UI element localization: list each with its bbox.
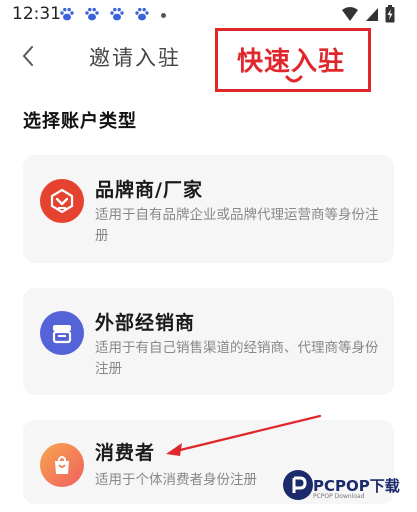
wifi-icon [342, 7, 358, 21]
tab-quick-settle-label: 快速入驻 [237, 47, 346, 77]
card-description: 适用于有自己销售渠道的经销商、代理商等身份注册 [95, 340, 379, 377]
pcpop-logo-icon [283, 470, 313, 500]
account-type-distributor-card[interactable]: 外部经销商 适用于有自己销售渠道的经销商、代理商等身份注册 [23, 288, 394, 395]
watermark: PCPOP下载 PCPOP Download [280, 466, 417, 512]
tab-invite[interactable]: 邀请入驻 [89, 42, 181, 72]
paw-icon [60, 7, 74, 21]
brand-badge-icon [40, 179, 84, 223]
card-description: 适用于自有品牌企业或品牌代理运营商等身份注册 [95, 207, 379, 244]
shopping-bag-icon [40, 443, 84, 487]
chevron-left-icon [23, 46, 33, 66]
card-title: 消费者 [95, 442, 156, 464]
status-bar: 12:31 [0, 0, 417, 30]
paw-icon [85, 7, 99, 21]
battery-charging-icon [385, 5, 395, 23]
card-title: 外部经销商 [95, 312, 196, 334]
card-title: 品牌商/厂家 [95, 179, 203, 201]
status-indicators [341, 5, 395, 23]
more-notifications-dot [161, 12, 166, 18]
paw-icon [135, 7, 149, 21]
signal-icon [366, 8, 378, 21]
account-type-brand-card[interactable]: 品牌商/厂家 适用于自有品牌企业或品牌代理运营商等身份注册 [23, 155, 394, 263]
tab-quick-settle[interactable]: 快速入驻 [215, 28, 371, 92]
section-title: 选择账户类型 [23, 111, 137, 132]
active-tab-indicator [285, 75, 303, 83]
paw-icon [110, 7, 124, 21]
storefront-icon [40, 311, 84, 355]
back-button[interactable] [14, 41, 42, 71]
status-time: 12:31 [12, 4, 61, 24]
watermark-sub: PCPOP Download [313, 493, 365, 500]
notification-icons [59, 6, 166, 22]
